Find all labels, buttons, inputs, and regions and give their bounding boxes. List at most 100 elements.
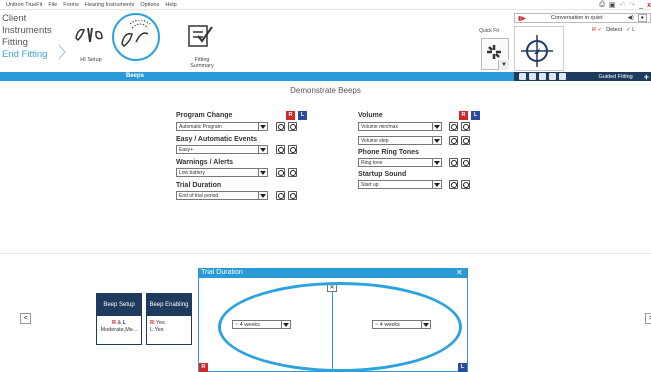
left-settings-column: Program Change R L Automatic Program Eas… [176, 111, 311, 200]
add-icon[interactable]: + [644, 72, 649, 82]
nav-fitting[interactable]: Fitting [0, 37, 62, 49]
play-button[interactable] [461, 136, 470, 145]
play-button[interactable] [276, 122, 285, 131]
play-button[interactable] [288, 168, 297, 177]
print-icon[interactable]: ⎙ [599, 1, 605, 9]
chevron-down-icon[interactable] [259, 145, 268, 154]
speaker-icon[interactable]: ◀) [628, 15, 634, 21]
trial-duration-dropdown[interactable]: End of trial period [176, 191, 259, 200]
redo-icon[interactable]: ↷ [629, 1, 635, 9]
next-button[interactable]: > [645, 313, 651, 324]
card-title: Beep Enabling [147, 294, 191, 316]
detect-r[interactable]: R ✓ [592, 27, 602, 33]
program-change-dropdown[interactable]: Automatic Program [176, 122, 259, 131]
nav-client[interactable]: Client [0, 13, 62, 25]
quick-fit-label: Quick Fit [479, 28, 499, 34]
chevron-down-icon[interactable] [433, 180, 442, 189]
easy-events-dropdown[interactable]: Easy+ [176, 145, 259, 154]
play-button[interactable] [449, 122, 458, 131]
tab-beeps[interactable]: Beeps [110, 72, 160, 81]
chevron-down-icon[interactable] [259, 191, 268, 200]
trial-panel-title: Trial Duration [198, 268, 468, 278]
person-icon[interactable] [519, 73, 526, 80]
program-play-icon: ▮▶ [518, 15, 526, 22]
play-button[interactable] [461, 122, 470, 131]
right-settings-column: Volume R L Volume min/max Volume step Ph… [358, 111, 493, 189]
play-button[interactable] [288, 122, 297, 131]
close-button[interactable]: x [647, 2, 651, 9]
list-icon[interactable] [529, 73, 536, 80]
highlight-circle [112, 13, 160, 61]
r-badge: R [199, 363, 208, 372]
nav-end-fitting[interactable]: End Fitting [0, 49, 62, 61]
detect-l[interactable]: ✓ L [626, 27, 635, 33]
card-l-value: L:Yes [150, 327, 164, 333]
workflow-nav: Client Instruments Fitting End Fitting [0, 13, 62, 61]
beep-enabling-card[interactable]: Beep Enabling R:Yes L:Yes [146, 293, 192, 345]
close-icon[interactable]: ✕ [456, 268, 463, 278]
l-badge: L [298, 111, 307, 120]
menu-forms[interactable]: Forms [63, 2, 79, 8]
menu-options[interactable]: Options [140, 2, 159, 8]
page-title: Demonstrate Beeps [290, 86, 361, 95]
detect-label[interactable]: Detect [606, 27, 622, 33]
prev-button[interactable]: < [20, 313, 31, 324]
play-button[interactable] [449, 136, 458, 145]
menu-help[interactable]: Help [165, 2, 176, 8]
card-body: R:Yes L:Yes [147, 316, 191, 334]
play-button[interactable] [449, 158, 458, 167]
play-button[interactable] [461, 158, 470, 167]
play-button[interactable] [288, 191, 297, 200]
play-button[interactable] [276, 145, 285, 154]
menu-hearing-instruments[interactable]: Hearing Instruments [85, 2, 135, 8]
chevron-down-icon[interactable] [433, 136, 442, 145]
menu-file[interactable]: File [48, 2, 57, 8]
l-badge: L [471, 111, 480, 120]
guided-fitting-label[interactable]: Guided Fitting [598, 74, 632, 80]
r-badge: R [459, 111, 468, 120]
compass-panel [514, 26, 564, 71]
chevron-down-icon[interactable] [433, 158, 442, 167]
card-amp: & [115, 320, 123, 326]
quick-fit-dropdown-icon[interactable]: ▼ [498, 60, 509, 70]
menu-bar: Unitron TrueFit File Forms Hearing Instr… [0, 0, 651, 10]
card-r-value: Yes [155, 320, 165, 326]
program-name: Conversation in quiet [550, 15, 603, 21]
chevron-down-icon[interactable] [259, 168, 268, 177]
easy-events-title: Easy / Automatic Events [176, 136, 258, 143]
play-button[interactable] [461, 180, 470, 189]
warnings-dropdown[interactable]: Low battery [176, 168, 259, 177]
ring-tone-dropdown[interactable]: Ring tone [358, 158, 433, 167]
phone-ring-title: Phone Ring Tones [358, 149, 419, 156]
nav-instruments[interactable]: Instruments [0, 25, 62, 37]
program-selector[interactable]: ▮▶ Conversation in quiet ◀) ● [514, 13, 651, 23]
play-button[interactable] [276, 168, 285, 177]
volume-step-dropdown[interactable]: Volume step [358, 136, 433, 145]
chevron-down-icon[interactable] [433, 122, 442, 131]
fitting-summary-icon[interactable] [186, 22, 214, 48]
startup-dropdown[interactable]: Start up [358, 180, 433, 189]
hi-setup-icon[interactable] [72, 24, 106, 46]
hearing-icon[interactable] [559, 73, 566, 80]
user-icon[interactable]: ● [637, 14, 647, 22]
save-icon[interactable]: ▣ [609, 1, 616, 9]
fitting-label-line2: Summary [190, 63, 214, 69]
volume-title: Volume [358, 112, 383, 119]
startup-sound-title: Startup Sound [358, 171, 407, 178]
play-button[interactable] [288, 145, 297, 154]
undo-icon[interactable]: ↶ [619, 1, 625, 9]
warnings-title: Warnings / Alerts [176, 159, 234, 166]
play-button[interactable] [276, 191, 285, 200]
fitting-summary-label: Fitting Summary [188, 57, 216, 69]
highlight-ellipse [218, 282, 462, 372]
minimize-button[interactable]: _ [639, 2, 643, 9]
warning-icon[interactable] [539, 73, 546, 80]
quick-fit-icon [487, 45, 501, 59]
settings-icon[interactable] [549, 73, 556, 80]
card-value: Moderate,Me... [100, 327, 138, 333]
chevron-down-icon[interactable] [259, 122, 268, 131]
beep-setup-card[interactable]: Beep Setup R & L Moderate,Me... [96, 293, 142, 345]
volume-dropdown[interactable]: Volume min/max [358, 122, 433, 131]
card-body: R & L Moderate,Me... [97, 316, 141, 334]
play-button[interactable] [449, 180, 458, 189]
